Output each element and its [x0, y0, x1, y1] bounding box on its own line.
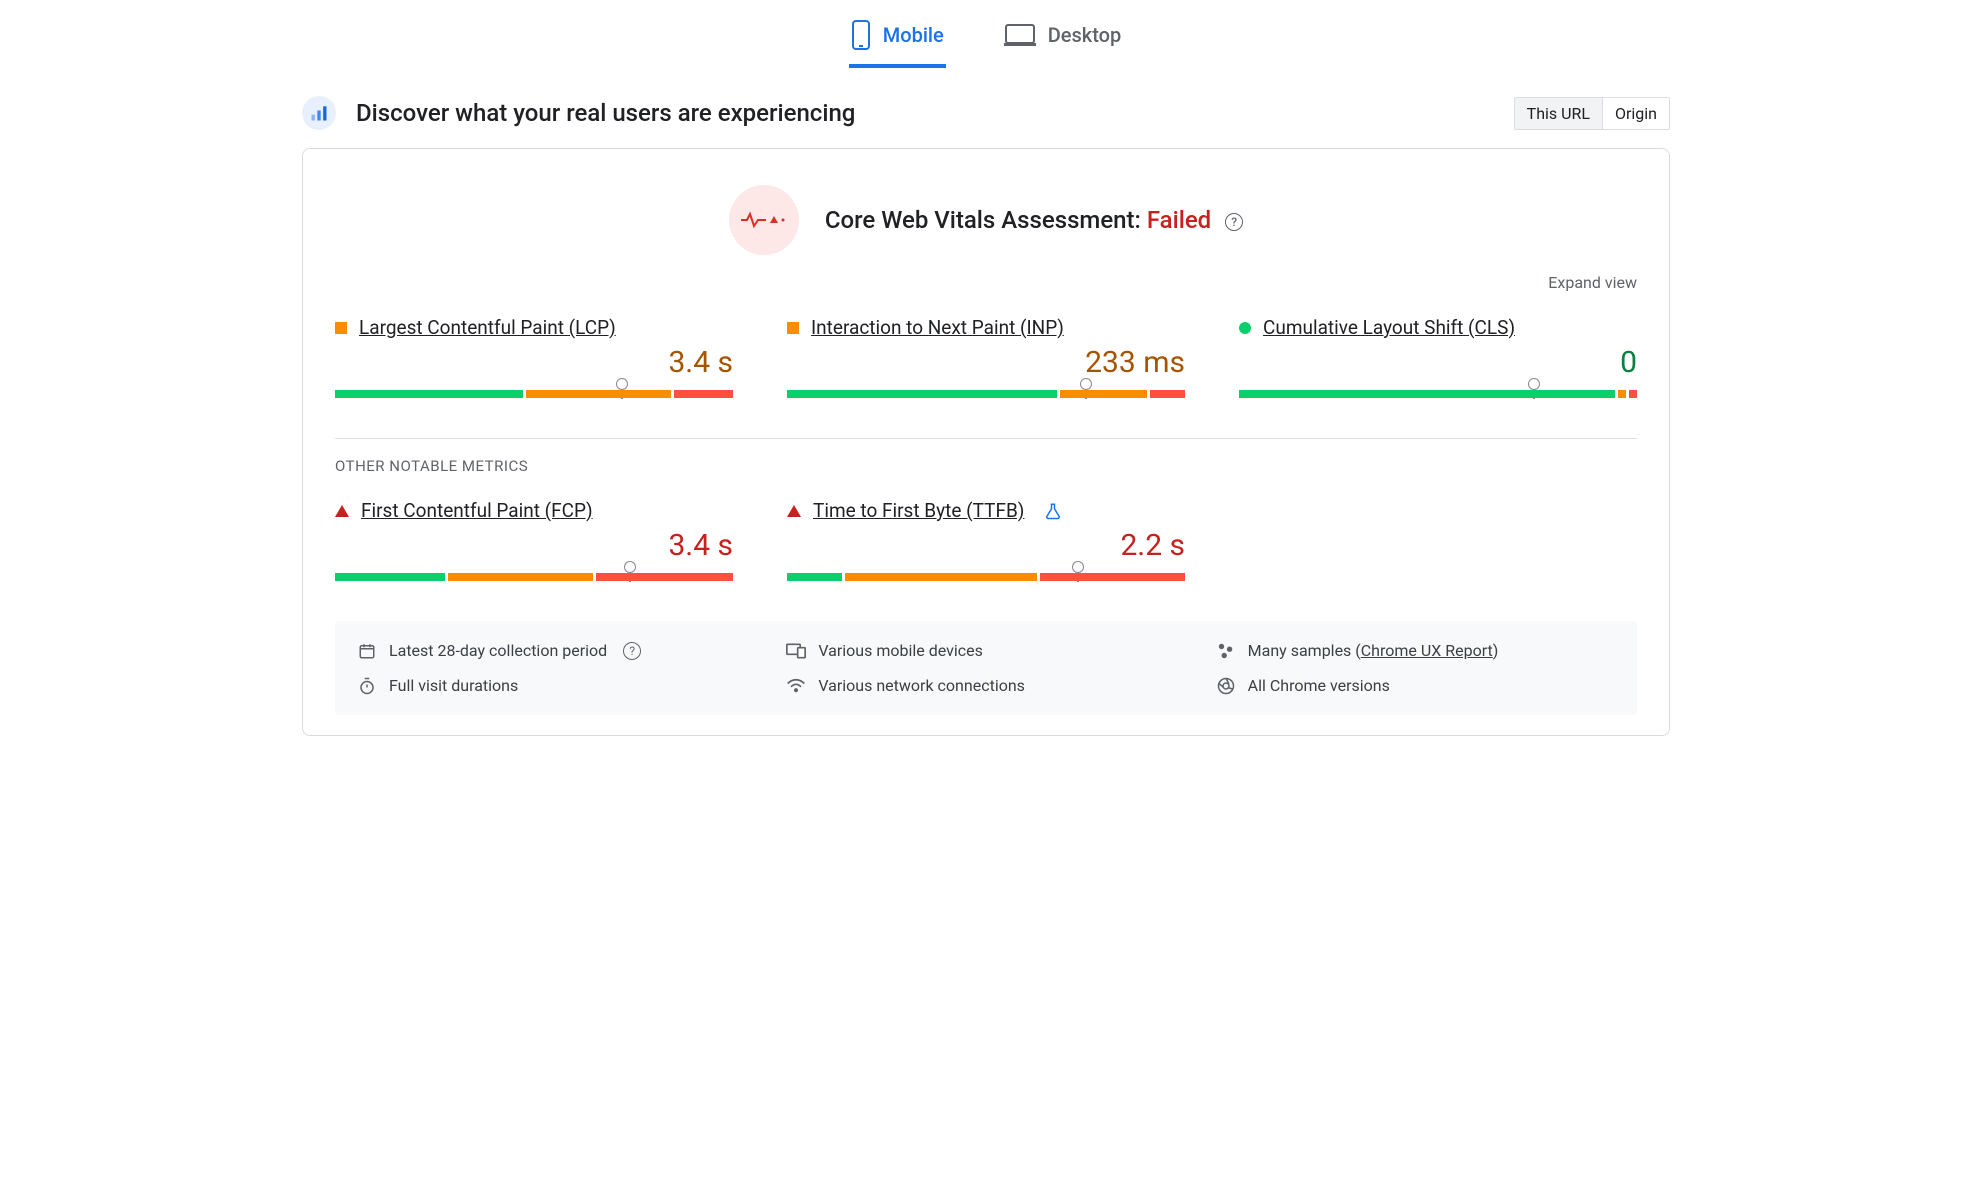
info-networks: Various network connections [818, 676, 1025, 695]
triangle-icon [787, 505, 801, 517]
calendar-icon [357, 642, 377, 660]
metric-inp-bar [787, 380, 1185, 402]
page-title: Discover what your real users are experi… [356, 99, 1494, 127]
wifi-icon [786, 678, 806, 694]
assessment-row: Core Web Vitals Assessment: Failed ? [335, 185, 1637, 255]
metric-fcp: First Contentful Paint (FCP) 3.4 s [335, 499, 733, 585]
marker-icon [616, 378, 628, 390]
metric-cls-name[interactable]: Cumulative Layout Shift (CLS) [1263, 316, 1515, 339]
circle-icon [1239, 322, 1251, 334]
marker-icon [1080, 378, 1092, 390]
field-data-card: Core Web Vitals Assessment: Failed ? Exp… [302, 148, 1670, 736]
assessment-status: Failed [1147, 206, 1211, 234]
tab-desktop[interactable]: Desktop [1002, 12, 1124, 68]
metric-ttfb-bar [787, 563, 1185, 585]
other-metrics-heading: OTHER NOTABLE METRICS [335, 457, 1637, 475]
devices-icon [786, 643, 806, 659]
divider [335, 438, 1637, 439]
device-tabs: Mobile Desktop [302, 12, 1670, 68]
phone-icon [851, 20, 871, 50]
desktop-icon [1004, 23, 1036, 47]
info-period: Latest 28-day collection period [389, 641, 607, 660]
metric-ttfb-name[interactable]: Time to First Byte (TTFB) [813, 499, 1024, 522]
marker-icon [624, 561, 636, 573]
metric-fcp-bar [335, 563, 733, 585]
scope-this-url-button[interactable]: This URL [1515, 98, 1603, 129]
metric-ttfb-value: 2.2 s [787, 528, 1185, 563]
square-icon [787, 322, 799, 334]
info-visits: Full visit durations [389, 676, 518, 695]
marker-icon [1528, 378, 1540, 390]
square-icon [335, 322, 347, 334]
tab-desktop-label: Desktop [1048, 23, 1122, 47]
help-icon[interactable]: ? [623, 642, 641, 660]
scatter-icon [1216, 642, 1236, 660]
tab-mobile[interactable]: Mobile [849, 12, 946, 68]
metric-cls-value: 0 [1239, 345, 1637, 380]
marker-icon [1072, 561, 1084, 573]
tab-mobile-label: Mobile [883, 23, 944, 47]
metric-fcp-value: 3.4 s [335, 528, 733, 563]
flask-icon[interactable] [1044, 502, 1062, 520]
info-samples: Many samples (Chrome UX Report) [1248, 641, 1499, 660]
stopwatch-icon [357, 677, 377, 695]
metric-inp-value: 233 ms [787, 345, 1185, 380]
metric-lcp: Largest Contentful Paint (LCP) 3.4 s [335, 316, 733, 402]
metric-lcp-name[interactable]: Largest Contentful Paint (LCP) [359, 316, 616, 339]
info-versions: All Chrome versions [1248, 676, 1390, 695]
metric-inp: Interaction to Next Paint (INP) 233 ms [787, 316, 1185, 402]
metric-lcp-bar [335, 380, 733, 402]
speed-badge-icon [302, 96, 336, 130]
metric-cls: Cumulative Layout Shift (CLS) 0 [1239, 316, 1637, 402]
assessment-pulse-icon [729, 185, 799, 255]
metric-ttfb: Time to First Byte (TTFB) 2.2 s [787, 499, 1185, 585]
crux-link[interactable]: Chrome UX Report [1361, 641, 1493, 660]
assessment-label: Core Web Vitals Assessment: [825, 206, 1147, 234]
help-icon[interactable]: ? [1225, 213, 1243, 231]
expand-view-link[interactable]: Expand view [335, 273, 1637, 292]
metric-cls-bar [1239, 380, 1637, 402]
info-box: Latest 28-day collection period ? Variou… [335, 621, 1637, 715]
metric-inp-name[interactable]: Interaction to Next Paint (INP) [811, 316, 1064, 339]
metric-lcp-value: 3.4 s [335, 345, 733, 380]
metric-fcp-name[interactable]: First Contentful Paint (FCP) [361, 499, 593, 522]
chrome-icon [1216, 677, 1236, 695]
scope-toggle: This URL Origin [1514, 97, 1670, 130]
scope-origin-button[interactable]: Origin [1603, 98, 1669, 129]
info-devices: Various mobile devices [818, 641, 983, 660]
triangle-icon [335, 505, 349, 517]
